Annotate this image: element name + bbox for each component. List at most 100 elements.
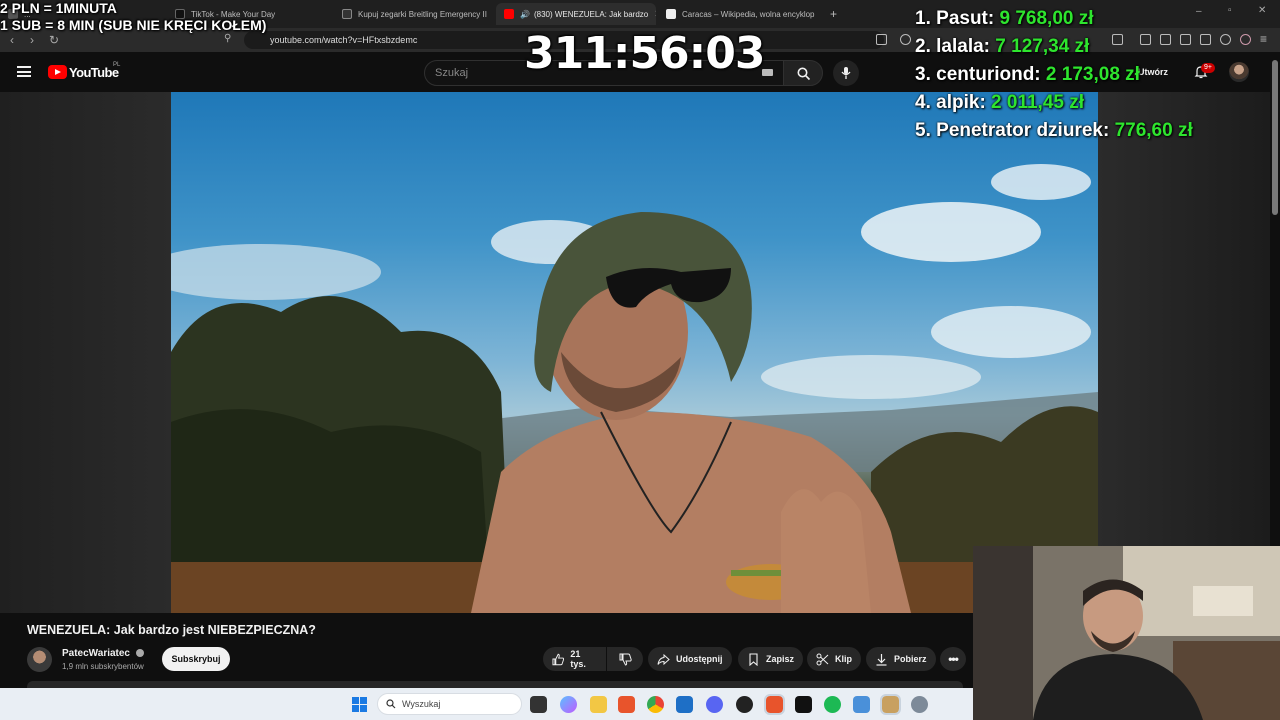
video-frame [171, 164, 1098, 613]
channel-avatar[interactable] [27, 647, 52, 672]
voice-search-button[interactable] [833, 60, 859, 86]
dislike-button[interactable] [607, 647, 643, 671]
search-button[interactable] [783, 60, 823, 86]
brave-active-icon[interactable] [764, 694, 785, 715]
music-icon[interactable] [1140, 34, 1151, 45]
share-arrow-icon [657, 653, 670, 665]
more-actions-button[interactable]: ••• [940, 647, 966, 671]
account-avatar[interactable] [1229, 62, 1249, 82]
maximize-icon[interactable]: ▫ [1228, 5, 1232, 16]
video-title: WENEZUELA: Jak bardzo jest NIEBEZPIECZNA… [27, 623, 316, 637]
streamer-webcam [973, 546, 1280, 720]
spotify-icon[interactable] [824, 696, 841, 713]
tab-label: Kupuj zegarki Breitling Emergency II [358, 9, 487, 19]
extension-icon[interactable] [1200, 34, 1211, 45]
discord-icon[interactable] [706, 696, 723, 713]
scrollbar-thumb[interactable] [1272, 60, 1278, 215]
youtube-logo-text: YouTube [69, 64, 119, 80]
leaderboard-amount: 9 768,00 zł [999, 8, 1094, 29]
menu-icon[interactable]: ≡ [1260, 32, 1267, 46]
clip-button[interactable]: Klip [807, 647, 861, 671]
copilot-icon[interactable] [560, 696, 577, 713]
bookmark-icon[interactable]: ⚲ [224, 33, 231, 44]
bookmark-icon [749, 652, 758, 666]
leaderboard-entry: 4. alpik: 2 011,45 zł [915, 92, 1084, 114]
leaderboard-amount: 7 127,34 zł [995, 36, 1090, 57]
leaderboard-name: alpik: [936, 92, 986, 113]
store-icon[interactable] [676, 696, 693, 713]
video-player[interactable] [171, 92, 1098, 613]
share-label: Udostępnij [676, 654, 723, 664]
windows-taskbar: Wyszukaj [0, 688, 973, 720]
youtube-logo[interactable]: YouTube [48, 64, 119, 80]
browser-tab-breitling[interactable]: Kupuj zegarki Breitling Emergency II [334, 3, 494, 25]
thumbs-down-icon [619, 653, 632, 666]
theater-left-backdrop [0, 92, 171, 613]
thumbs-up-icon [552, 653, 565, 665]
extension-icon[interactable] [1160, 34, 1171, 45]
share-button[interactable]: Udostępnij [648, 647, 732, 671]
donation-rule-line: 1 SUB = 8 MIN (SUB NIE KRĘCI KOŁEM) [0, 17, 267, 33]
channel-name[interactable]: PatecWariatec [62, 648, 144, 659]
settings-gear-icon[interactable] [911, 696, 928, 713]
browser-tab-youtube-active[interactable]: 🔊 (830) WENEZUELA: Jak bardzo ✕ [496, 3, 656, 25]
shield-icon[interactable] [1220, 34, 1231, 45]
leaderboard-rank: 2. [915, 36, 931, 57]
leaderboard-name: Penetrator dziurek: [936, 120, 1110, 141]
brave-browser-icon[interactable] [618, 696, 635, 713]
minimize-icon[interactable]: – [1196, 6, 1202, 17]
leaderboard-entry: 5. Penetrator dziurek: 776,60 zł [915, 120, 1193, 142]
webcam-frame [973, 546, 1280, 720]
more-dots-icon: ••• [948, 652, 959, 666]
league-icon[interactable] [880, 694, 901, 715]
new-tab-button[interactable]: + [822, 3, 844, 25]
subscriber-count: 1,9 mln subskrybentów [62, 662, 144, 671]
search-icon [386, 699, 396, 709]
obs-icon[interactable] [736, 696, 753, 713]
extension-icon[interactable] [1112, 34, 1123, 45]
reload-icon[interactable]: ↻ [49, 33, 59, 47]
subathon-timer: 311:56:03 [524, 28, 765, 79]
verified-icon [135, 649, 144, 658]
speaker-icon: 🔊 [520, 9, 530, 19]
tab-label: (830) WENEZUELA: Jak bardzo [533, 9, 649, 19]
like-button[interactable]: 21 tys. [543, 647, 606, 671]
subscribe-button[interactable]: Subskrybuj [162, 647, 230, 671]
video-info-section: WENEZUELA: Jak bardzo jest NIEBEZPIECZNA… [0, 613, 972, 688]
wallet-icon[interactable] [1180, 34, 1191, 45]
download-button[interactable]: Pobierz [866, 647, 936, 671]
taskbar-search-input[interactable]: Wyszukaj [377, 693, 522, 715]
vpn-icon[interactable] [1240, 34, 1251, 45]
hamburger-menu-icon[interactable] [17, 66, 31, 77]
back-icon[interactable]: ‹ [10, 33, 14, 47]
leaderboard-amount: 2 173,08 zł [1045, 64, 1140, 85]
close-window-icon[interactable]: ✕ [1258, 5, 1266, 16]
save-button[interactable]: Zapisz [738, 647, 804, 671]
forward-icon[interactable]: › [30, 33, 34, 47]
leaderboard-rank: 1. [915, 8, 931, 29]
clip-label: Klip [835, 654, 852, 664]
share-icon[interactable] [900, 34, 911, 45]
leaderboard-name: centuriond: [936, 64, 1041, 85]
calculator-icon[interactable] [853, 696, 870, 713]
app-icon[interactable] [795, 696, 812, 713]
create-button[interactable]: Utwórz [1138, 67, 1168, 77]
leaderboard-amount: 2 011,45 zł [991, 92, 1085, 113]
search-placeholder: Szukaj [435, 67, 469, 79]
tab-label: Caracas – Wikipedia, wolna encyklop [682, 9, 815, 19]
url-text: youtube.com/watch?v=HFtxsbzdemc [270, 35, 418, 45]
chrome-icon[interactable] [647, 696, 664, 713]
leaderboard-rank: 3. [915, 64, 931, 85]
download-label: Pobierz [894, 654, 927, 664]
windows-start-icon[interactable] [352, 697, 368, 713]
browser-tab-wikipedia[interactable]: Caracas – Wikipedia, wolna encyklop [658, 3, 818, 25]
country-code: PL [113, 62, 121, 68]
close-tab-icon[interactable]: ✕ [648, 9, 656, 20]
task-view-icon[interactable] [530, 696, 547, 713]
cast-icon[interactable] [876, 34, 887, 45]
search-icon [797, 67, 811, 81]
description-box[interactable] [27, 681, 963, 688]
file-explorer-icon[interactable] [590, 696, 607, 713]
save-label: Zapisz [766, 654, 795, 664]
channel-name-text: PatecWariatec [62, 648, 130, 659]
